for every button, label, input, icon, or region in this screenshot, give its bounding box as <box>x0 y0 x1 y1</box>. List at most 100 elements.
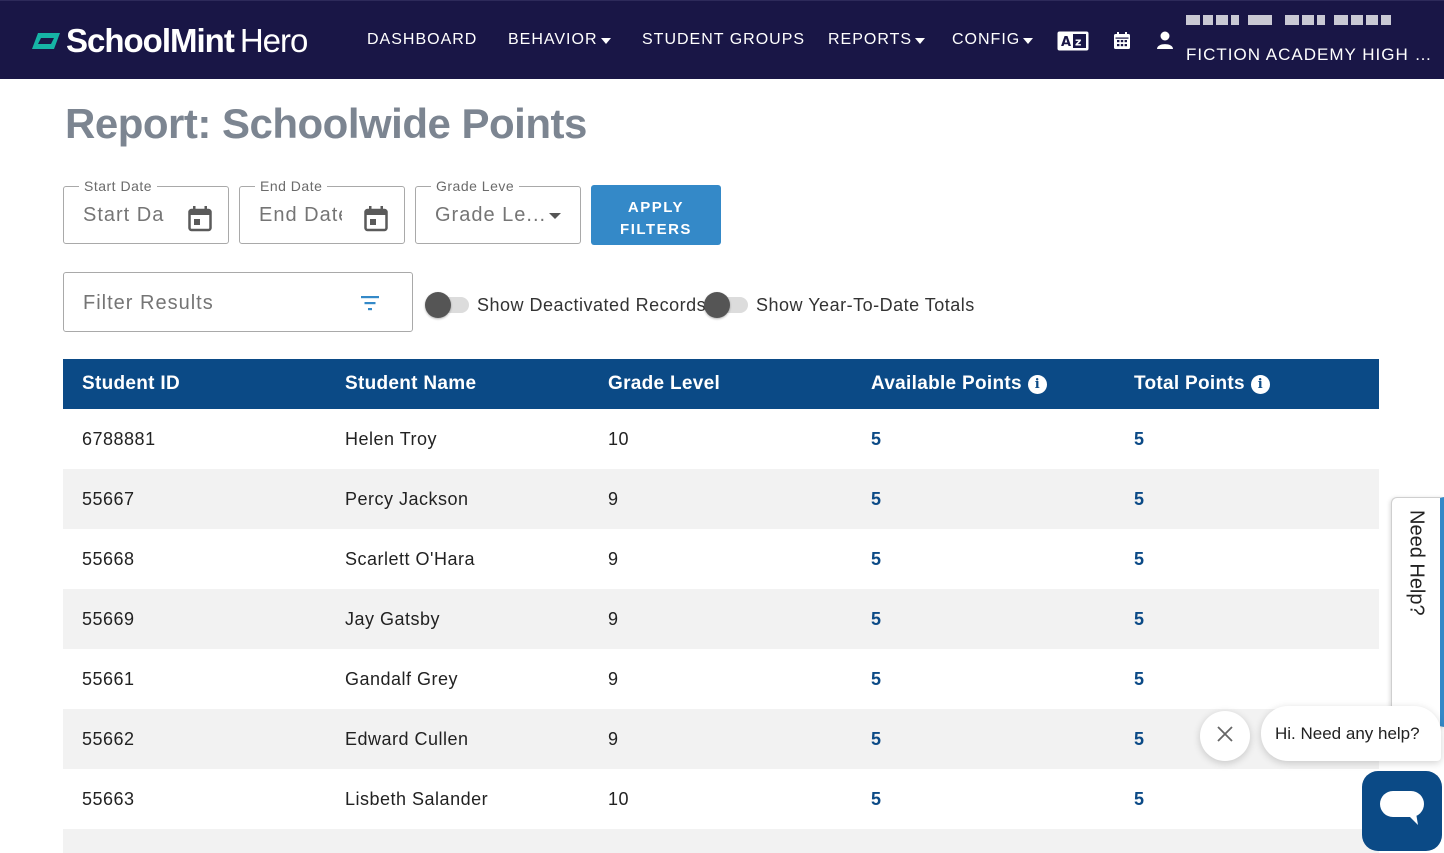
cell-student-name: Jay Gatsby <box>345 608 441 629</box>
cell-total-points[interactable]: 5 <box>1115 649 1379 709</box>
start-date-input[interactable]: Start Da <box>83 204 173 227</box>
cell-student-id: 55668 <box>82 548 135 569</box>
brand-name: SchoolMint <box>66 22 235 59</box>
need-help-tab[interactable]: Need Help? ‹ <box>1391 497 1444 727</box>
open-chat-button[interactable] <box>1362 771 1442 851</box>
end-date-field[interactable]: End Date End Date <box>239 178 405 244</box>
cell-student-name: Edward Cullen <box>345 728 469 749</box>
table-row[interactable]: 55668 Scarlett O'Hara 9 5 5 <box>63 529 1379 589</box>
cell-student-id: 55667 <box>82 488 135 509</box>
table-row[interactable] <box>63 829 1379 853</box>
chat-greeting-bubble[interactable]: Hi. Need any help? <box>1261 706 1441 761</box>
column-header-student-id[interactable]: Student ID <box>63 359 326 409</box>
school-name: FICTION ACADEMY HIGH S... <box>1186 45 1432 64</box>
cell-grade-level: 9 <box>608 668 619 689</box>
cell-student-id: 55662 <box>82 728 135 749</box>
user-icon[interactable] <box>1156 31 1174 49</box>
info-icon[interactable]: i <box>1250 374 1270 394</box>
column-header-total-points[interactable]: Total Points i <box>1115 359 1379 409</box>
cell-student-name: Lisbeth Salander <box>345 788 489 809</box>
cell-student-id: 55669 <box>82 608 135 629</box>
calendar-icon[interactable] <box>1114 32 1130 49</box>
nav-config[interactable]: CONFIG <box>952 31 1034 49</box>
schoolmint-logo-icon <box>30 30 62 52</box>
toggle-ytd-label: Show Year-To-Date Totals <box>756 294 975 315</box>
cell-grade-level: 9 <box>608 548 619 569</box>
calendar-icon[interactable] <box>364 206 388 232</box>
close-icon <box>1217 725 1233 747</box>
nav-dashboard[interactable]: DASHBOARD <box>367 31 477 49</box>
filter-results-input[interactable]: Filter Results <box>63 272 413 332</box>
cell-total-points[interactable]: 5 <box>1115 529 1379 589</box>
cell-student-name: Percy Jackson <box>345 488 469 509</box>
table-header: Student ID Student Name Grade Level Avai… <box>63 359 1379 409</box>
end-date-label: End Date <box>255 178 328 194</box>
table-row[interactable]: 55663 Lisbeth Salander 10 5 5 <box>63 769 1379 829</box>
toggle-switch[interactable] <box>704 292 748 318</box>
info-icon[interactable]: i <box>1027 374 1047 394</box>
cell-student-id: 6788881 <box>82 428 156 449</box>
cell-grade-level: 10 <box>608 788 630 809</box>
cell-total-points[interactable]: 5 <box>1115 589 1379 649</box>
cell-total-points[interactable]: 5 <box>1115 469 1379 529</box>
page-title: Report: Schoolwide Points <box>65 100 587 147</box>
apply-filters-button[interactable]: APPLY FILTERS <box>591 185 721 245</box>
cell-available-points[interactable]: 5 <box>852 589 1115 649</box>
toggle-switch[interactable] <box>425 292 469 318</box>
cell-student-name: Scarlett O'Hara <box>345 548 475 569</box>
table-row[interactable]: 6788881 Helen Troy 10 5 5 <box>63 409 1379 469</box>
grade-level-label: Grade Leve <box>431 178 520 194</box>
cell-student-id: 55661 <box>82 668 135 689</box>
brand-product: Hero <box>239 22 309 59</box>
table-row[interactable]: 55662 Edward Cullen 9 5 5 <box>63 709 1379 769</box>
calendar-icon[interactable] <box>188 206 212 232</box>
grade-level-value: Grade Le... <box>435 204 547 226</box>
toggle-ytd-totals[interactable]: Show Year-To-Date Totals <box>704 292 975 318</box>
cell-student-id: 55663 <box>82 788 135 809</box>
cell-available-points[interactable]: 5 <box>852 769 1115 829</box>
filter-results-placeholder: Filter Results <box>83 292 214 314</box>
column-header-available-points[interactable]: Available Points i <box>852 359 1115 409</box>
nav-behavior[interactable]: BEHAVIOR <box>508 31 611 49</box>
dropdown-arrow-icon[interactable] <box>549 213 561 219</box>
cell-available-points[interactable]: 5 <box>852 709 1115 769</box>
nav-student-groups[interactable]: STUDENT GROUPS <box>642 31 805 49</box>
cell-available-points[interactable]: 5 <box>852 469 1115 529</box>
cell-total-points[interactable]: 5 <box>1115 409 1379 469</box>
start-date-field[interactable]: Start Date Start Da <box>63 178 229 244</box>
points-table: Student ID Student Name Grade Level Avai… <box>63 359 1379 853</box>
end-date-input[interactable]: End Date <box>259 204 342 227</box>
translate-icon[interactable]: A z <box>1057 31 1089 51</box>
svg-text:z: z <box>1075 36 1081 49</box>
close-chat-button[interactable] <box>1200 711 1250 761</box>
cell-student-name: Gandalf Grey <box>345 668 459 689</box>
filter-icon[interactable] <box>361 295 379 311</box>
nav-reports[interactable]: REPORTS <box>828 31 926 49</box>
cell-grade-level: 9 <box>608 488 619 509</box>
redacted-user-name <box>1186 15 1444 25</box>
caret-down-icon <box>1023 37 1034 44</box>
grade-level-select[interactable]: Grade Leve Grade Le... <box>415 178 581 244</box>
user-info[interactable]: FICTION ACADEMY HIGH S... <box>1186 15 1444 65</box>
cell-student-name: Helen Troy <box>345 428 438 449</box>
svg-text:A: A <box>1061 35 1071 50</box>
cell-available-points[interactable]: 5 <box>852 529 1115 589</box>
cell-available-points[interactable]: 5 <box>852 409 1115 469</box>
table-row[interactable]: 55669 Jay Gatsby 9 5 5 <box>63 589 1379 649</box>
caret-down-icon <box>915 37 926 44</box>
need-help-label: Need Help? <box>1405 510 1428 616</box>
chat-icon <box>1380 790 1424 832</box>
cell-grade-level: 9 <box>608 608 619 629</box>
table-row[interactable]: 55661 Gandalf Grey 9 5 5 <box>63 649 1379 709</box>
column-header-grade-level[interactable]: Grade Level <box>589 359 852 409</box>
brand-logo[interactable]: SchoolMint Hero <box>30 21 309 61</box>
start-date-label: Start Date <box>79 178 158 194</box>
top-navbar: SchoolMint Hero DASHBOARD BEHAVIOR STUDEN… <box>0 0 1444 79</box>
table-row[interactable]: 55667 Percy Jackson 9 5 5 <box>63 469 1379 529</box>
caret-down-icon <box>600 37 611 44</box>
cell-total-points[interactable]: 5 <box>1115 769 1379 829</box>
cell-available-points[interactable]: 5 <box>852 649 1115 709</box>
column-header-student-name[interactable]: Student Name <box>326 359 589 409</box>
cell-grade-level: 10 <box>608 428 630 449</box>
toggle-deactivated-records[interactable]: Show Deactivated Records <box>425 292 706 318</box>
